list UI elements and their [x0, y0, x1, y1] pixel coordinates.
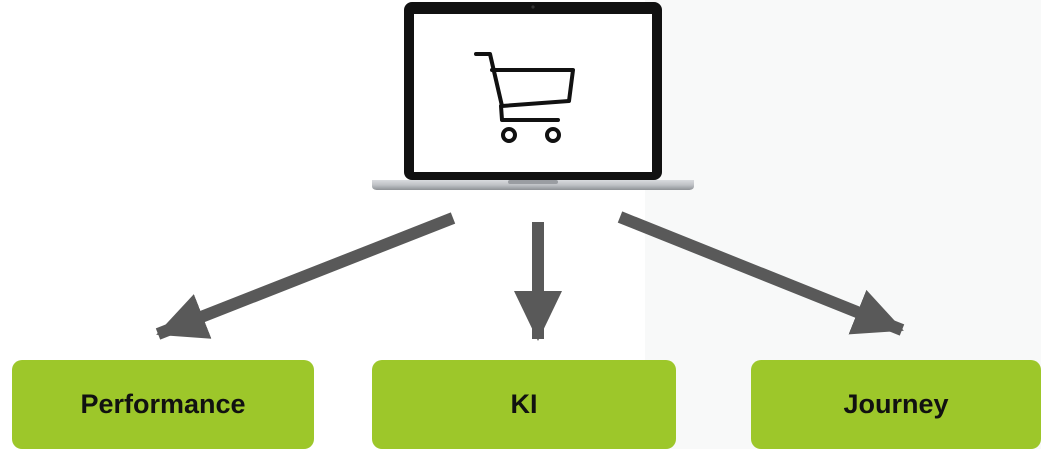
node-performance-label: Performance — [80, 389, 246, 419]
node-ki: KI — [372, 360, 676, 449]
node-journey-label: Journey — [843, 389, 949, 419]
node-ki-label: KI — [510, 389, 538, 419]
node-journey: Journey — [751, 360, 1041, 449]
arrow-to-performance — [155, 212, 456, 340]
node-performance: Performance — [12, 360, 314, 449]
arrow-to-journey — [617, 211, 905, 336]
